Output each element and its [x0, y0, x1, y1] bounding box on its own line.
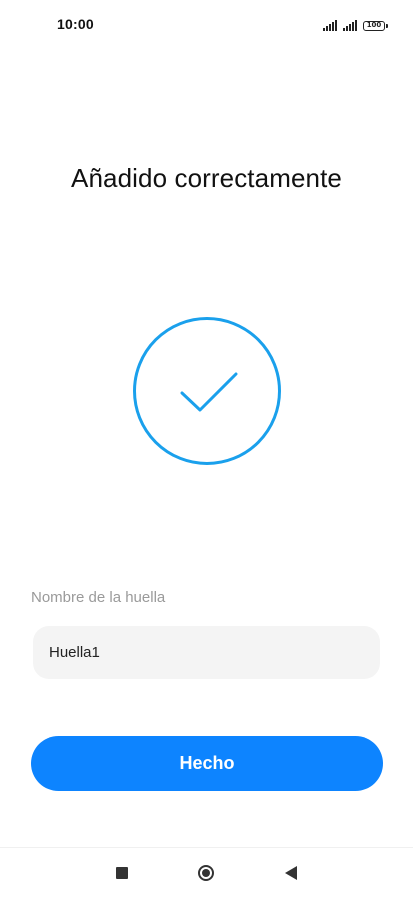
done-button[interactable]: Hecho	[31, 736, 383, 791]
home-icon[interactable]	[197, 864, 215, 882]
signal-icon	[343, 20, 357, 31]
battery-level: 100	[366, 21, 382, 29]
back-icon[interactable]	[282, 864, 300, 882]
checkmark-icon	[180, 372, 238, 412]
status-bar: 10:00 100	[0, 0, 413, 50]
fingerprint-name-input[interactable]	[33, 626, 380, 679]
signal-icon	[323, 20, 337, 31]
navigation-bar	[0, 847, 413, 897]
check-circle-icon	[133, 317, 281, 465]
battery-icon: 100	[363, 21, 388, 31]
page-title: Añadido correctamente	[71, 163, 342, 193]
fingerprint-name-label: Nombre de la huella	[31, 589, 166, 606]
status-icons: 100	[323, 17, 388, 31]
recents-icon[interactable]	[113, 864, 131, 882]
status-time: 10:00	[57, 16, 94, 32]
